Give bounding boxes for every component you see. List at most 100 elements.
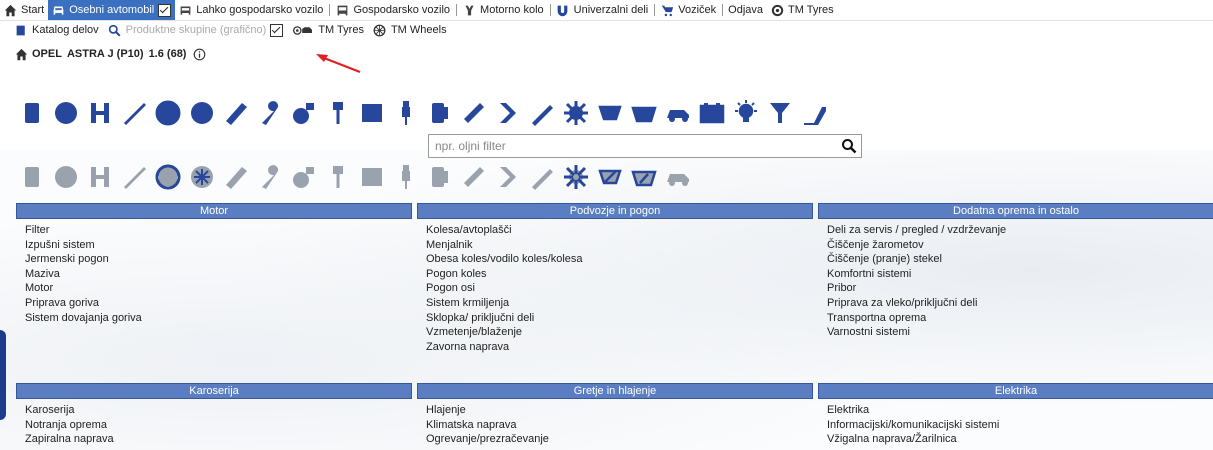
category-link[interactable]: Ogrevanje/prezračevanje [426,432,813,447]
suspension-icon[interactable] [83,96,117,130]
seat-icon[interactable] [491,160,525,194]
cv-joint-icon[interactable] [525,96,559,130]
home-icon[interactable] [14,47,28,61]
car-body-icon[interactable] [117,160,151,194]
menu-item-universal-parts[interactable]: Univerzalni deli [553,0,653,20]
spark-plug-icon[interactable] [117,96,151,130]
car-electric-icon[interactable] [661,96,695,130]
menu-item-start[interactable]: Start [0,0,48,20]
hose-icon[interactable] [491,96,525,130]
submenu-tm-tyres[interactable]: TM Tyres [288,20,369,40]
submenu-catalog[interactable]: Katalog delov [0,20,104,40]
product-groups-checkbox[interactable] [270,23,284,37]
category-header[interactable]: Motor [16,203,412,219]
pulley-icon[interactable] [49,96,83,130]
category-link[interactable]: Karoserija [25,403,412,418]
gear-icon[interactable] [559,96,593,130]
wheel-icon[interactable] [185,96,219,130]
category-link[interactable]: Priprava goriva [25,296,412,311]
lamp-icon[interactable] [525,160,559,194]
category-header[interactable]: Gretje in hlajenje [417,383,813,399]
category-link[interactable]: Notranja oprema [25,418,412,433]
pedal-icon[interactable] [797,96,831,130]
menu-item-light-commercial[interactable]: Lahko gospodarsko vozilo [175,0,327,20]
category-link[interactable]: Kolesa/avtoplašči [426,223,813,238]
category-link[interactable]: Zapiralna naprava [25,432,412,447]
category-link[interactable]: Transportna oprema [827,311,1213,326]
category-link[interactable]: Izpušni sistem [25,238,412,253]
piston-icon[interactable] [321,96,355,130]
battery-icon[interactable] [695,96,729,130]
category-link[interactable]: Motor [25,281,412,296]
wrench-icon[interactable] [253,96,287,130]
category-header[interactable]: Dodatna oprema in ostalo [818,203,1213,219]
category-header[interactable]: Elektrika [818,383,1213,399]
menu-item-motorcycle[interactable]: Motorno kolo [459,0,548,20]
bulb-icon[interactable] [729,96,763,130]
driveshaft-icon[interactable] [151,160,185,194]
menu-item-cart[interactable]: Voziček [657,0,720,20]
brake-disc-icon[interactable] [355,160,389,194]
warning-triangle-icon[interactable] [627,160,661,194]
spark-icon[interactable] [389,160,423,194]
glow-plug-icon[interactable] [593,160,627,194]
category-link[interactable]: Obesa koles/vodilo koles/kolesa [426,252,813,267]
steering-wheel-icon[interactable] [151,96,185,130]
intercooler-icon[interactable] [219,160,253,194]
category-link[interactable]: Hlajenje [426,403,813,418]
wiper-icon[interactable] [253,160,287,194]
filter-icon[interactable] [763,96,797,130]
tools-icon[interactable] [661,160,695,194]
cylinder-icon[interactable] [185,160,219,194]
menu-item-tm-tyres[interactable]: TM Tyres [767,0,838,20]
category-link[interactable]: Varnostni sistemi [827,325,1213,340]
chain-icon[interactable] [457,96,491,130]
info-icon[interactable] [192,47,206,61]
category-link[interactable]: Menjalnik [426,238,813,253]
category-link[interactable]: Sistem krmiljenja [426,296,813,311]
towbar-icon[interactable] [287,160,321,194]
category-link[interactable]: Čiščenje (pranje) stekel [827,252,1213,267]
submenu-tm-wheels[interactable]: TM Wheels [369,20,452,40]
lightning-icon[interactable] [559,160,593,194]
search-input[interactable] [429,137,837,155]
category-link[interactable]: Sistem dovajanja goriva [25,311,412,326]
category-link[interactable]: Vžigalna naprava/Žarilnica [827,432,1213,447]
door-icon[interactable] [15,96,49,130]
menu-item-passenger-car[interactable]: Osebni avtomobil [48,0,176,20]
passenger-car-checkbox[interactable] [158,3,172,17]
menu-item-logout[interactable]: Odjava [725,0,767,20]
search-icon[interactable] [837,135,861,157]
exhaust-icon[interactable] [219,96,253,130]
category-link[interactable]: Deli za servis / pregled / vzdrževanje [827,223,1213,238]
category-header[interactable]: Karoserija [16,383,412,399]
category-link[interactable]: Filter [25,223,412,238]
category-link[interactable]: Pogon koles [426,267,813,282]
turbo-icon[interactable] [287,96,321,130]
category-header[interactable]: Podvozje in pogon [417,203,813,219]
radiator-icon[interactable] [355,96,389,130]
injector-icon[interactable] [389,96,423,130]
engine-parts-icon[interactable] [15,160,49,194]
category-link[interactable]: Zavorna naprava [426,340,813,355]
menu-item-commercial[interactable]: Gospodarsko vozilo [332,0,454,20]
category-link[interactable]: Jermenski pogon [25,252,412,267]
category-link[interactable]: Pogon osi [426,281,813,296]
windscreen-icon[interactable] [627,96,661,130]
brake-parts-icon[interactable] [83,160,117,194]
category-link[interactable]: Čiščenje žarometov [827,238,1213,253]
submenu-product-groups[interactable]: Produktne skupine (grafično) [104,20,289,40]
category-link[interactable]: Sklopka/ priključni deli [426,311,813,326]
category-link[interactable]: Priprava za vleko/priključni deli [827,296,1213,311]
steering-icon[interactable] [457,160,491,194]
wiper-fan-icon[interactable] [593,96,627,130]
category-link[interactable]: Pribor [827,281,1213,296]
thermometer-icon[interactable] [423,160,457,194]
category-link[interactable]: Komfortni sistemi [827,267,1213,282]
axle-icon[interactable] [321,160,355,194]
clutch-icon[interactable] [49,160,83,194]
category-link[interactable]: Maziva [25,267,412,282]
category-link[interactable]: Vzmetenje/blaženje [426,325,813,340]
category-link[interactable]: Klimatska naprava [426,418,813,433]
category-link[interactable]: Informacijski/komunikacijski sistemi [827,418,1213,433]
